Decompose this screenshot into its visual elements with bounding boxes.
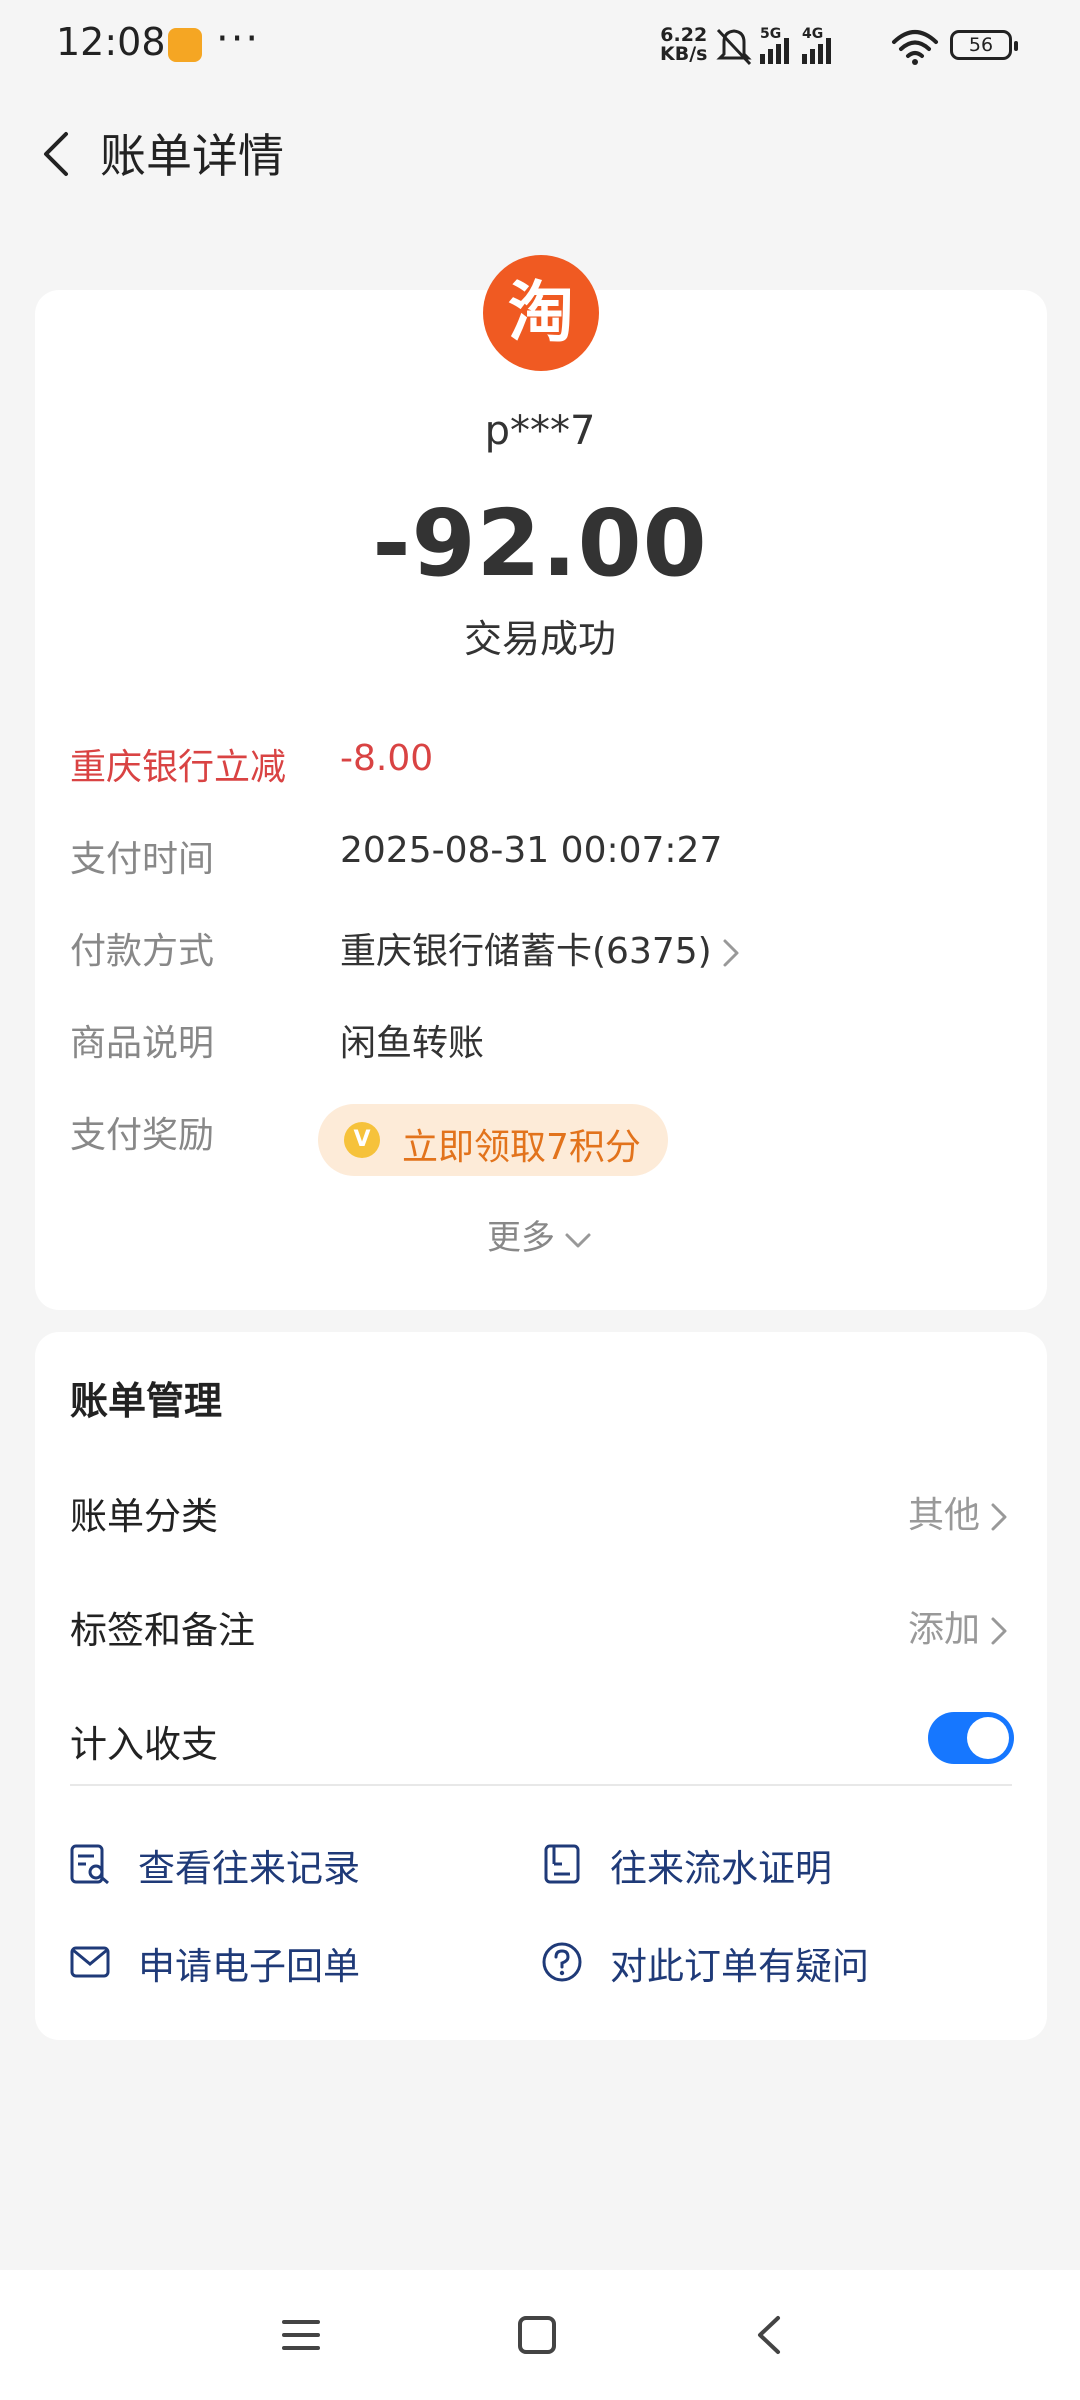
- transaction-amount: -92.00: [372, 490, 708, 597]
- network-speed: 6.22 KB/s: [660, 24, 708, 65]
- points-coin-icon: V: [344, 1122, 380, 1158]
- product-label: 商品说明: [70, 1023, 215, 1064]
- bill-management-card: [35, 1332, 1047, 2040]
- discount-label: 重庆银行立减: [70, 747, 287, 788]
- chevron-right-icon: [723, 939, 739, 967]
- system-nav-bar: [0, 2270, 1080, 2400]
- record-search-icon: [70, 1844, 109, 1885]
- signal-5g-label: 5G: [760, 26, 781, 42]
- tags-value: 添加: [907, 1609, 980, 1650]
- more-notifications-icon: ···: [216, 16, 261, 62]
- chevron-right-icon: [991, 1503, 1007, 1531]
- question-circle-icon: [542, 1942, 582, 1982]
- chevron-left-icon[interactable]: [30, 126, 86, 182]
- tags-add-button[interactable]: 添加: [908, 1600, 1010, 1652]
- taobao-logo: 淘: [483, 255, 599, 371]
- divider: [70, 1784, 1012, 1786]
- category-selector[interactable]: 其他: [908, 1486, 1010, 1538]
- merchant-name: p***7: [484, 408, 596, 454]
- toggle-knob: [967, 1717, 1009, 1759]
- page-header: 账单详情: [0, 100, 1080, 200]
- statement-document-icon: [544, 1844, 580, 1884]
- app-notification-icon: [168, 28, 202, 62]
- wifi-icon: [892, 30, 938, 58]
- statement-proof-link[interactable]: 往来流水证明: [610, 1838, 832, 1892]
- envelope-icon: [70, 1946, 110, 1978]
- product-value: 闲鱼转账: [340, 1023, 485, 1064]
- pay-method-link[interactable]: 重庆银行储蓄卡(6375): [340, 922, 742, 974]
- section-title: 账单管理: [70, 1379, 223, 1423]
- count-toggle[interactable]: [928, 1712, 1014, 1764]
- more-toggle[interactable]: 更多: [0, 1210, 1080, 1259]
- home-square-icon[interactable]: [512, 2310, 562, 2360]
- more-label: 更多: [487, 1218, 555, 1258]
- chevron-right-icon: [991, 1617, 1007, 1645]
- reward-label: 支付奖励: [70, 1115, 215, 1156]
- pay-method-value: 重庆银行储蓄卡(6375): [340, 931, 712, 972]
- transaction-status: 交易成功: [463, 617, 616, 661]
- discount-value: -8.00: [340, 738, 434, 779]
- order-question-link[interactable]: 对此订单有疑问: [610, 1936, 869, 1990]
- back-triangle-icon[interactable]: [746, 2310, 796, 2360]
- status-time: 12:08: [56, 20, 166, 64]
- status-bar: 12:08 ··· 6.22 KB/s 5G 4G 56: [0, 0, 1080, 90]
- status-icons: 5G 4G: [716, 26, 938, 66]
- signal-4g-label: 4G: [802, 26, 823, 42]
- claim-points-label: 立即领取7积分: [402, 1127, 641, 1168]
- pay-time-label: 支付时间: [70, 839, 215, 880]
- mute-bell-icon: [716, 28, 752, 66]
- claim-points-button[interactable]: V 立即领取7积分: [318, 1104, 668, 1176]
- chevron-down-icon: [565, 1233, 591, 1247]
- page-title: 账单详情: [100, 129, 284, 183]
- count-label: 计入收支: [70, 1723, 218, 1766]
- battery-icon: 56: [950, 30, 1018, 60]
- menu-icon[interactable]: [276, 2310, 326, 2360]
- category-label: 账单分类: [70, 1495, 218, 1538]
- e-receipt-link[interactable]: 申请电子回单: [138, 1936, 360, 1990]
- category-value: 其他: [907, 1495, 980, 1536]
- pay-method-label: 付款方式: [70, 931, 215, 972]
- tags-label: 标签和备注: [70, 1609, 255, 1652]
- pay-time-value: 2025-08-31 00:07:27: [340, 830, 723, 871]
- view-history-link[interactable]: 查看往来记录: [138, 1838, 360, 1892]
